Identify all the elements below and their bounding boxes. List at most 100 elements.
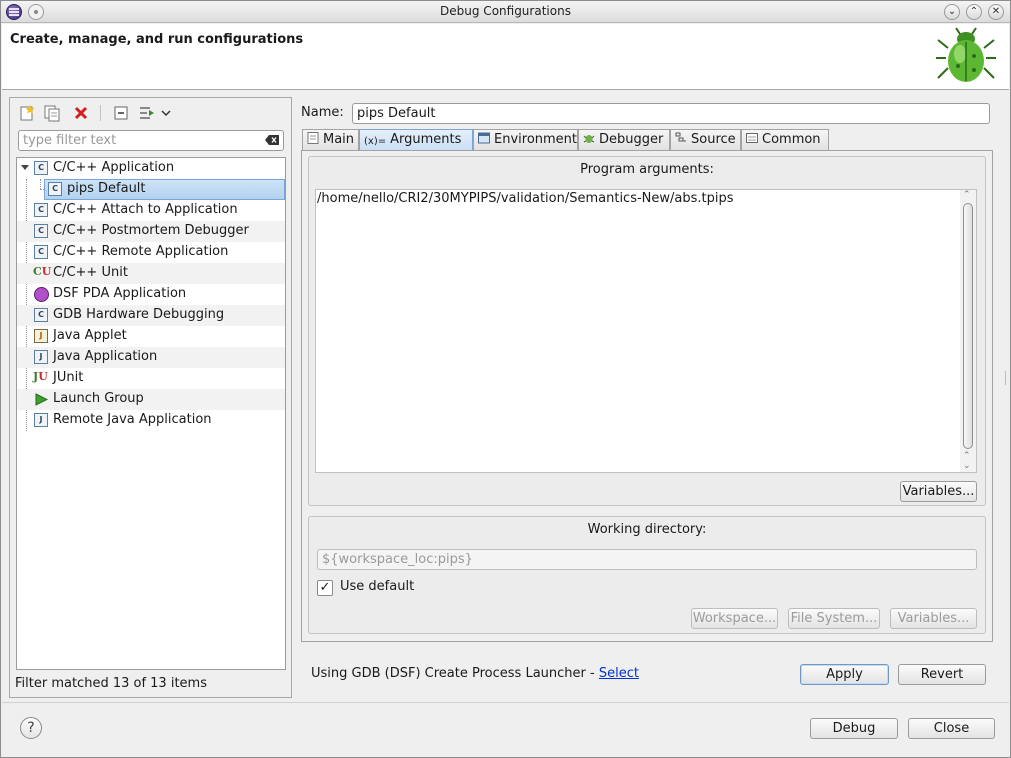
window-title: Debug Configurations (440, 4, 571, 18)
dialog-header: Create, manage, and run configurations (2, 24, 1009, 90)
configurations-panel: type filter text C C/C++ Application C p… (9, 97, 292, 698)
minimize-button[interactable]: ⌄ (944, 4, 960, 20)
c-app-icon: C (34, 161, 48, 175)
tree-item-c-cpp-application[interactable]: C C/C++ Application (17, 158, 285, 179)
close-button[interactable]: Close (908, 718, 995, 739)
scrollbar-thumb[interactable] (963, 203, 973, 449)
select-launcher-link[interactable]: Select (599, 666, 639, 681)
working-directory-group: Working directory: (308, 516, 986, 634)
file-system-button[interactable]: File System... (788, 608, 880, 629)
tree-item-java-application[interactable]: J Java Application (17, 347, 285, 368)
footer-separator (2, 702, 1009, 703)
tab-common[interactable]: Common (741, 129, 829, 150)
arguments-variables-button[interactable]: Variables... (900, 481, 977, 502)
use-default-checkbox[interactable]: ✓ (317, 580, 333, 596)
tree-item-gdb-hardware[interactable]: C GDB Hardware Debugging (17, 305, 285, 326)
tree-item-label: Java Applet (53, 328, 127, 343)
collapse-all-icon[interactable] (112, 104, 130, 122)
tree-item-label: C/C++ Attach to Application (53, 202, 238, 217)
tree-item-label: pips Default (67, 181, 146, 196)
debugger-tab-icon (583, 135, 595, 143)
scroll-up-icon[interactable]: ⌃ (963, 191, 971, 200)
tree-item-java-applet[interactable]: J Java Applet (17, 326, 285, 347)
c-app-icon: C (34, 308, 48, 322)
c-app-icon: C (34, 224, 48, 238)
scroll-down-icon[interactable]: ⌄ (963, 462, 971, 471)
duplicate-config-icon[interactable] (43, 104, 61, 122)
tree-item-label: Remote Java Application (53, 412, 212, 427)
launcher-info: Using GDB (DSF) Create Process Launcher … (311, 666, 639, 681)
tree-item-remote-java[interactable]: J Remote Java Application (17, 410, 285, 431)
launch-group-icon (35, 393, 48, 406)
tab-arguments[interactable]: (x)= Arguments (359, 129, 473, 151)
tab-label: Environment (494, 132, 578, 147)
program-arguments-textarea[interactable]: /home/nello/CRI2/30MYPIPS/validation/Sem… (315, 189, 977, 473)
launcher-text: Using GDB (DSF) Create Process Launcher … (311, 666, 599, 681)
program-arguments-value: /home/nello/CRI2/30MYPIPS/validation/Sem… (317, 191, 734, 206)
tree-item-label: DSF PDA Application (53, 286, 187, 301)
working-directory-title: Working directory: (587, 522, 707, 537)
remote-java-icon: J (34, 413, 48, 427)
pda-icon (34, 287, 49, 302)
expand-arrow-icon[interactable] (21, 165, 29, 170)
common-tab-icon (746, 133, 758, 143)
use-default-label: Use default (340, 579, 415, 594)
tab-label: Debugger (599, 132, 664, 147)
tree-item-label: Launch Group (53, 391, 144, 406)
tree-item-junit[interactable]: JU JUnit (17, 368, 285, 389)
tree-item-c-cpp-unit[interactable]: CU C/C++ Unit (17, 263, 285, 284)
tab-debugger[interactable]: Debugger (578, 129, 670, 150)
tree-item-dsf-pda[interactable]: DSF PDA Application (17, 284, 285, 305)
tree-item-label: C/C++ Unit (53, 265, 128, 280)
debug-bug-icon (936, 27, 996, 82)
source-tab-icon (675, 132, 686, 142)
title-bar: Debug Configurations ⌄ ⌃ ✕ (1, 1, 1010, 23)
toolbar-separator (100, 105, 101, 121)
apply-button[interactable]: Apply (800, 664, 889, 685)
debug-configurations-window: Debug Configurations ⌄ ⌃ ✕ Create, manag… (0, 0, 1011, 758)
filter-menu-chevron-icon[interactable] (160, 104, 172, 122)
cu-unit-icon: CU (33, 265, 52, 278)
tree-item-pips-default[interactable]: C pips Default (17, 179, 285, 200)
resize-grip[interactable] (1005, 371, 1008, 385)
new-config-icon[interactable] (18, 104, 36, 122)
tree-item-label: C/C++ Postmortem Debugger (53, 223, 249, 238)
tab-environment[interactable]: Environment (473, 129, 578, 150)
filter-input[interactable]: type filter text (18, 130, 284, 151)
debug-button[interactable]: Debug (810, 718, 898, 739)
tree-item-c-cpp-attach[interactable]: C C/C++ Attach to Application (17, 200, 285, 221)
revert-button[interactable]: Revert (898, 664, 986, 685)
filter-status: Filter matched 13 of 13 items (15, 676, 207, 691)
tab-label: Main (323, 132, 355, 147)
filter-configs-icon[interactable] (138, 104, 156, 122)
close-window-button[interactable]: ✕ (988, 4, 1004, 20)
tree-item-launch-group[interactable]: Launch Group (17, 389, 285, 410)
c-app-icon: C (34, 203, 48, 217)
workspace-button[interactable]: Workspace... (691, 608, 778, 629)
working-directory-input[interactable]: ${workspace_loc:pips} (317, 549, 977, 570)
tree-item-label: C/C++ Remote Application (53, 244, 229, 259)
maximize-button[interactable]: ⌃ (966, 4, 982, 20)
tree-item-c-cpp-postmortem[interactable]: C C/C++ Postmortem Debugger (17, 221, 285, 242)
config-name-input[interactable]: pips Default (352, 103, 990, 124)
tree-item-c-cpp-remote[interactable]: C C/C++ Remote Application (17, 242, 285, 263)
tree-item-label: GDB Hardware Debugging (53, 307, 225, 322)
java-applet-icon: J (34, 329, 48, 343)
name-label: Name: (301, 105, 344, 120)
clear-filter-icon[interactable] (264, 134, 280, 146)
program-arguments-title: Program arguments: (580, 162, 714, 177)
delete-config-icon[interactable] (72, 104, 90, 122)
filter-placeholder: type filter text (23, 133, 117, 148)
configuration-tree: C C/C++ Application C pips Default C C/C… (16, 157, 286, 670)
tab-label: Common (762, 132, 821, 147)
tab-main[interactable]: Main (302, 129, 359, 150)
junit-icon: JU (33, 370, 48, 383)
tab-source[interactable]: Source (670, 129, 741, 150)
tree-item-label: Java Application (53, 349, 158, 364)
arguments-scrollbar[interactable]: ⌃ ⌃ ⌄ (960, 190, 976, 472)
help-icon[interactable]: ? (20, 717, 42, 739)
environment-tab-icon (478, 132, 490, 144)
working-directory-variables-button[interactable]: Variables... (890, 608, 977, 629)
c-app-icon: C (34, 245, 48, 259)
scroll-up-icon[interactable]: ⌃ (963, 452, 971, 461)
